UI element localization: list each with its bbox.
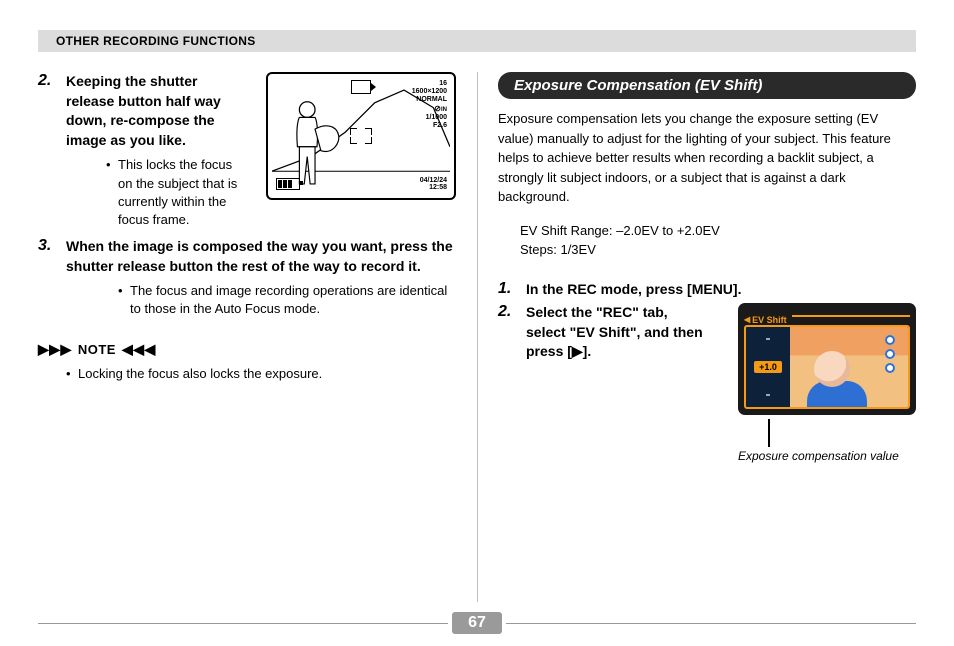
right-step-1: 1. In the REC mode, press [MENU]. bbox=[498, 280, 916, 300]
page-number: 67 bbox=[452, 612, 502, 634]
note-heading: ▶▶▶ NOTE ◀◀◀ bbox=[38, 341, 456, 358]
lcd-time: 12:58 bbox=[420, 184, 447, 192]
ev-menu-label: EV Shift bbox=[744, 315, 787, 325]
page-footer: 67 bbox=[38, 610, 916, 636]
ev-range: EV Shift Range: –2.0EV to +2.0EV bbox=[520, 221, 916, 241]
ev-caption: Exposure compensation value bbox=[738, 449, 916, 465]
note-bullet: Locking the focus also locks the exposur… bbox=[66, 364, 456, 384]
callout-line bbox=[768, 419, 770, 447]
section-title-pill: Exposure Compensation (EV Shift) bbox=[498, 72, 916, 99]
lcd-illustration: 16 1600×1200 NORMAL ⊘IN 1/1000 F2.6 bbox=[266, 72, 456, 200]
step-text: Keeping the shutter release button half … bbox=[66, 72, 246, 150]
focus-frame-icon bbox=[350, 128, 372, 144]
section-title: Exposure Compensation (EV Shift) bbox=[514, 77, 762, 94]
battery-icon bbox=[276, 178, 300, 190]
step-text: In the REC mode, press [MENU]. bbox=[526, 280, 916, 300]
section-header-text: OTHER RECORDING FUNCTIONS bbox=[56, 34, 256, 48]
step-3-bullet: The focus and image recording operations… bbox=[118, 282, 456, 318]
step-2: 2. Keeping the shutter release button ha… bbox=[38, 72, 246, 150]
lcd-datetime: 04/12/24 12:58 bbox=[420, 177, 447, 192]
ev-shift-screen: EV Shift +1.0 bbox=[738, 303, 916, 415]
lcd-resolution: 1600×1200 bbox=[412, 88, 447, 96]
ev-value-badge: +1.0 bbox=[754, 361, 782, 373]
footer-rule-left bbox=[38, 623, 448, 624]
step-number: 2. bbox=[38, 72, 66, 150]
intro-paragraph: Exposure compensation lets you change th… bbox=[498, 109, 916, 207]
lcd-shutter: 1/1000 bbox=[412, 114, 447, 122]
section-header: OTHER RECORDING FUNCTIONS bbox=[38, 30, 916, 52]
step-number: 2. bbox=[498, 303, 526, 362]
footer-rule-right bbox=[506, 623, 916, 624]
right-step-2: 2. Select the "REC" tab, select "EV Shif… bbox=[498, 303, 708, 362]
lcd-quality: NORMAL bbox=[412, 96, 447, 104]
note-deco-right-icon: ◀◀◀ bbox=[122, 341, 156, 358]
step-text: When the image is composed the way you w… bbox=[66, 237, 456, 276]
lcd-shots: 16 bbox=[412, 80, 447, 88]
step-number: 1. bbox=[498, 280, 526, 300]
step-text: Select the "REC" tab, select "EV Shift",… bbox=[526, 303, 708, 362]
camera-mode-icon bbox=[351, 80, 371, 94]
left-column: 2. Keeping the shutter release button ha… bbox=[38, 72, 456, 602]
ev-preview-photo bbox=[790, 327, 908, 407]
note-label: NOTE bbox=[78, 342, 116, 357]
step-2-bullet: This locks the focus on the subject that… bbox=[106, 156, 246, 229]
lcd-date: 04/12/24 bbox=[420, 177, 447, 185]
step-number: 3. bbox=[38, 237, 66, 276]
right-column: Exposure Compensation (EV Shift) Exposur… bbox=[498, 72, 916, 602]
ev-spec: EV Shift Range: –2.0EV to +2.0EV Steps: … bbox=[520, 221, 916, 260]
lcd-right-readouts: 16 1600×1200 NORMAL ⊘IN 1/1000 F2.6 bbox=[412, 80, 447, 130]
lcd-aperture: F2.6 bbox=[412, 122, 447, 130]
note-deco-left-icon: ▶▶▶ bbox=[38, 341, 72, 358]
ev-steps: Steps: 1/3EV bbox=[520, 240, 916, 260]
columns: 2. Keeping the shutter release button ha… bbox=[38, 72, 916, 602]
ev-shift-figure: EV Shift +1.0 bbox=[738, 303, 916, 465]
manual-page: OTHER RECORDING FUNCTIONS 2. Keeping the… bbox=[0, 0, 954, 646]
step-3: 3. When the image is composed the way yo… bbox=[38, 237, 456, 276]
note-content: Locking the focus also locks the exposur… bbox=[66, 364, 456, 384]
ev-title-underline bbox=[792, 315, 910, 317]
